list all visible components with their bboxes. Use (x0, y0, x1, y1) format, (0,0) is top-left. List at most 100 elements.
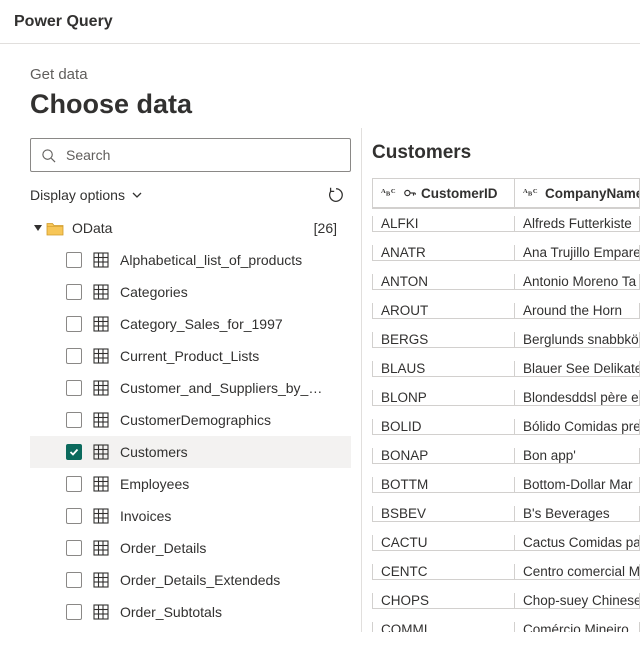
preview-title: Customers (372, 142, 640, 164)
table-row[interactable]: CENTCCentro comercial M (372, 557, 640, 586)
cell: Ana Trujillo Empare (515, 245, 640, 261)
cell: COMMI (372, 622, 515, 633)
table-row[interactable]: CACTUCactus Comidas pa (372, 528, 640, 557)
navigator-tools: Display options (30, 184, 351, 206)
svg-text:C: C (391, 188, 396, 195)
tree-item-label: Alphabetical_list_of_products (120, 252, 351, 268)
column-header[interactable]: ABC CompanyName (515, 179, 640, 209)
table-row[interactable]: AROUTAround the Horn (372, 296, 640, 325)
table-row[interactable]: BOLIDBólido Comidas pre (372, 412, 640, 441)
table-row[interactable]: BLONPBlondesddsl père e (372, 383, 640, 412)
cell: AROUT (372, 303, 515, 319)
table-row[interactable]: BSBEVB's Beverages (372, 499, 640, 528)
display-options-label: Display options (30, 187, 125, 203)
app-title-bar: Power Query (0, 0, 640, 44)
chevron-down-icon (131, 189, 143, 201)
checkbox[interactable] (66, 604, 82, 620)
checkbox[interactable] (66, 412, 82, 428)
text-type-icon: ABC (523, 186, 541, 200)
page-header: Get data Choose data (0, 44, 640, 124)
tree-item[interactable]: Order_Details_Extendeds (30, 564, 351, 596)
table-row[interactable]: ALFKIAlfreds Futterkiste (372, 209, 640, 238)
cell: BLONP (372, 390, 515, 406)
cell: BERGS (372, 332, 515, 348)
cell: Blauer See Delikate (515, 361, 640, 377)
tree-item[interactable]: Customer_and_Suppliers_by_… (30, 372, 351, 404)
table-row[interactable]: BERGSBerglunds snabbkö (372, 325, 640, 354)
table-row[interactable]: BOTTMBottom-Dollar Mar (372, 470, 640, 499)
tree-item[interactable]: Employees (30, 468, 351, 500)
table-row[interactable]: BONAPBon app' (372, 441, 640, 470)
caret-down-icon (30, 223, 46, 233)
table-icon (92, 443, 110, 461)
tree-item[interactable]: Order_Subtotals (30, 596, 351, 622)
cell: CENTC (372, 564, 515, 580)
search-input[interactable] (64, 146, 340, 164)
table-icon (92, 539, 110, 557)
cell: BONAP (372, 448, 515, 464)
tree-item-label: CustomerDemographics (120, 412, 351, 428)
search-icon (41, 148, 56, 163)
tree-item[interactable]: Category_Sales_for_1997 (30, 308, 351, 340)
checkbox[interactable] (66, 316, 82, 332)
table-row[interactable]: ANTONAntonio Moreno Ta (372, 267, 640, 296)
checkbox[interactable] (66, 572, 82, 588)
checkbox[interactable] (66, 284, 82, 300)
grid-header-row: ABCCustomerIDABCCompanyName (372, 179, 640, 209)
cell: CACTU (372, 535, 515, 551)
table-row[interactable]: CHOPSChop-suey Chinese (372, 586, 640, 615)
cell: ANATR (372, 245, 515, 261)
tree-item-label: Order_Details_Extendeds (120, 572, 351, 588)
checkbox[interactable] (66, 508, 82, 524)
tree-item-label: Order_Subtotals (120, 604, 351, 620)
cell: Comércio Mineiro (515, 622, 640, 633)
display-options-button[interactable]: Display options (30, 187, 143, 203)
page-title: Choose data (30, 89, 610, 120)
source-item-count: [26] (314, 220, 345, 236)
checkbox[interactable] (66, 540, 82, 556)
breadcrumb: Get data (30, 66, 610, 83)
table-row[interactable]: BLAUSBlauer See Delikate (372, 354, 640, 383)
tree-item[interactable]: Current_Product_Lists (30, 340, 351, 372)
tree-item-label: Invoices (120, 508, 351, 524)
checkbox[interactable] (66, 252, 82, 268)
cell: Around the Horn (515, 303, 640, 319)
search-box[interactable] (30, 138, 351, 172)
cell: Centro comercial M (515, 564, 640, 580)
checkbox[interactable] (66, 380, 82, 396)
column-header[interactable]: ABCCustomerID (372, 179, 515, 209)
table-icon (92, 411, 110, 429)
cell: BSBEV (372, 506, 515, 522)
cell: Alfreds Futterkiste (515, 216, 640, 232)
table-row[interactable]: COMMIComércio Mineiro (372, 615, 640, 632)
refresh-button[interactable] (325, 184, 347, 206)
cell: Blondesddsl père e (515, 390, 640, 406)
tree-item-label: Order_Details (120, 540, 351, 556)
table-icon (92, 507, 110, 525)
table-icon (92, 379, 110, 397)
text-type-icon: ABC (381, 186, 399, 200)
table-row[interactable]: ANATRAna Trujillo Empare (372, 238, 640, 267)
table-tree: Alphabetical_list_of_products Categories C… (30, 244, 351, 622)
tree-item[interactable]: Invoices (30, 500, 351, 532)
column-name: CompanyName (545, 186, 640, 201)
cell: CHOPS (372, 593, 515, 609)
checkbox[interactable] (66, 476, 82, 492)
tree-item-label: Categories (120, 284, 351, 300)
tree-item[interactable]: CustomerDemographics (30, 404, 351, 436)
tree-item[interactable]: Order_Details (30, 532, 351, 564)
tree-item[interactable]: Alphabetical_list_of_products (30, 244, 351, 276)
cell: BOLID (372, 419, 515, 435)
source-folder-row[interactable]: OData [26] (30, 216, 351, 240)
tree-item[interactable]: Categories (30, 276, 351, 308)
table-icon (92, 283, 110, 301)
content-area: Display options OData [26] Alphabetical_… (0, 128, 640, 632)
cell: Cactus Comidas pa (515, 535, 640, 551)
cell: Berglunds snabbkö (515, 332, 640, 348)
checkbox[interactable] (66, 348, 82, 364)
checkbox[interactable] (66, 444, 82, 460)
cell: ALFKI (372, 216, 515, 232)
table-icon (92, 571, 110, 589)
cell: Bottom-Dollar Mar (515, 477, 640, 493)
tree-item[interactable]: Customers (30, 436, 351, 468)
